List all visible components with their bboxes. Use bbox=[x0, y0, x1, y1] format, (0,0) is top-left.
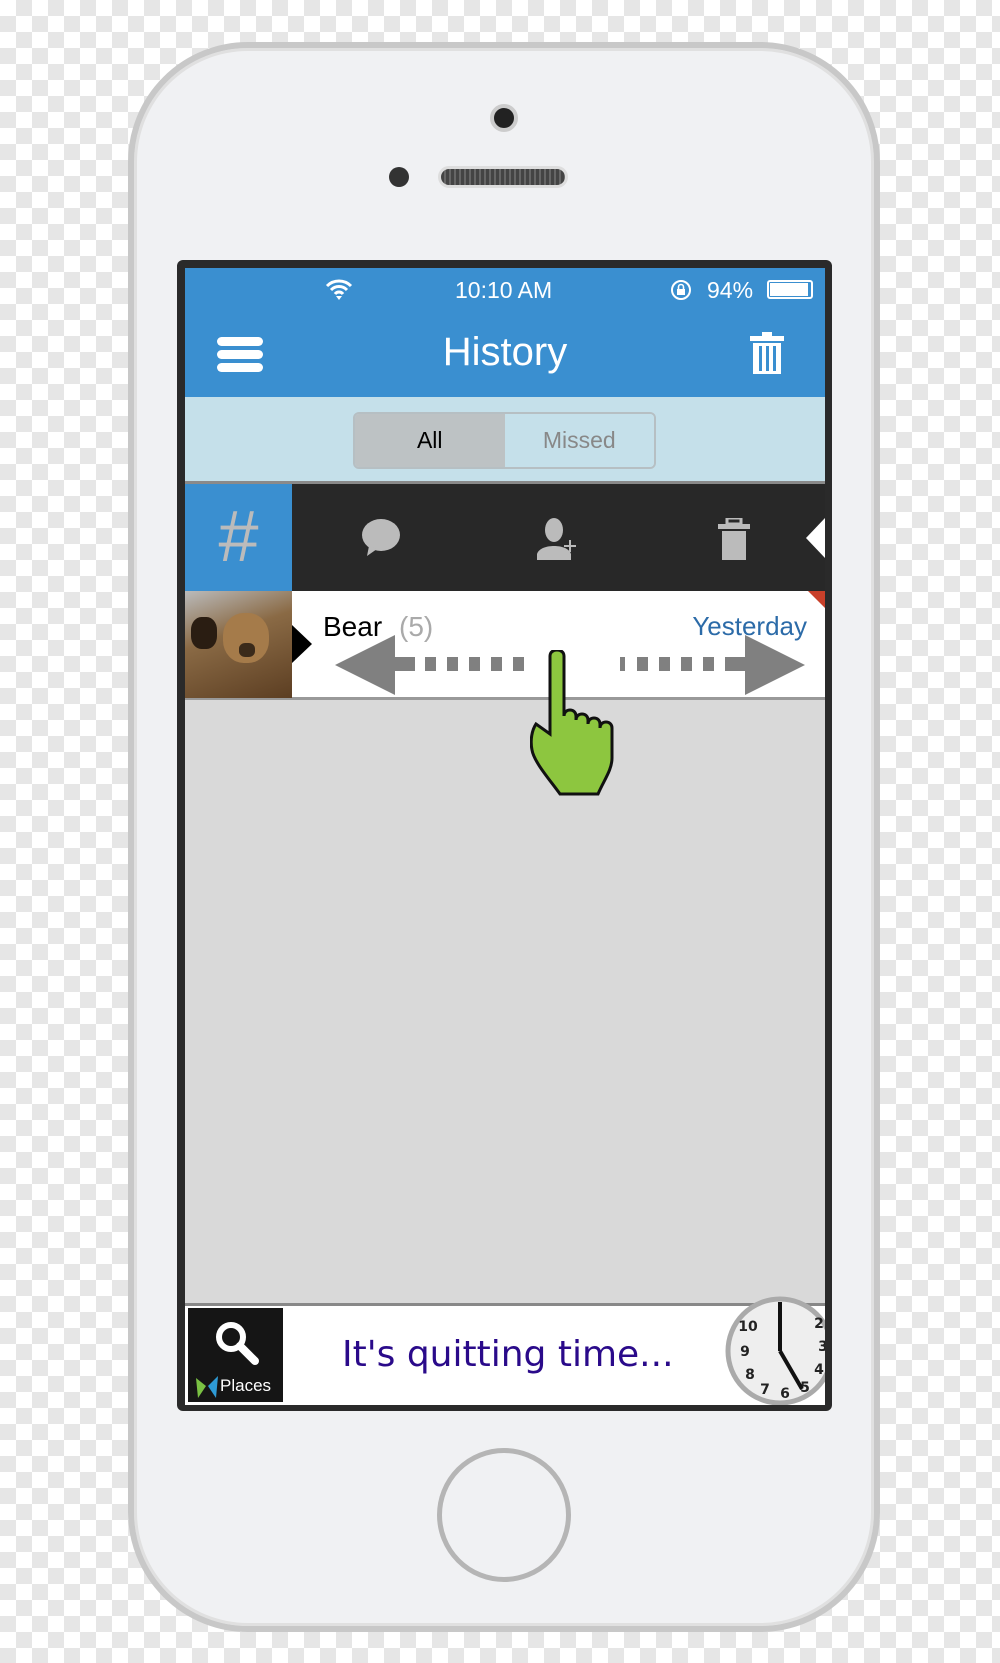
places-button[interactable]: Places bbox=[188, 1308, 283, 1402]
add-contact-icon[interactable] bbox=[537, 518, 581, 560]
chat-bubble-icon[interactable] bbox=[361, 518, 401, 558]
swipe-actions: # bbox=[185, 484, 825, 591]
svg-text:8: 8 bbox=[745, 1367, 755, 1383]
status-bar: 10:10 AM 94% bbox=[185, 268, 825, 310]
segment-all[interactable]: All bbox=[355, 414, 505, 467]
home-button[interactable] bbox=[437, 1448, 571, 1582]
collapse-arrow-icon[interactable] bbox=[806, 518, 825, 558]
battery-percent: 94% bbox=[707, 277, 754, 303]
missed-flag-icon bbox=[808, 591, 825, 608]
svg-text:10: 10 bbox=[738, 1319, 758, 1335]
ad-banner[interactable]: Places It's quitting time... 10 9 8 7 6 5 4 3 2 bbox=[185, 1296, 825, 1405]
earpiece-speaker bbox=[438, 166, 568, 188]
rotation-lock-icon bbox=[671, 280, 691, 300]
places-logo-icon bbox=[196, 1376, 218, 1398]
segment-missed[interactable]: Missed bbox=[504, 414, 654, 467]
search-icon bbox=[216, 1322, 259, 1365]
list-item[interactable]: Bear (5) Yesterday bbox=[185, 591, 825, 700]
hash-icon[interactable]: # bbox=[185, 484, 292, 591]
trash-icon[interactable] bbox=[750, 332, 784, 374]
ad-text: It's quitting time... bbox=[342, 1334, 674, 1375]
svg-text:7: 7 bbox=[760, 1382, 770, 1398]
nav-bar: History bbox=[185, 310, 825, 397]
status-time: 10:10 AM bbox=[455, 277, 553, 303]
svg-text:2: 2 bbox=[814, 1316, 824, 1332]
swipe-hand-icon bbox=[530, 650, 614, 796]
page-title: History bbox=[442, 330, 568, 374]
svg-text:9: 9 bbox=[740, 1344, 750, 1360]
front-camera bbox=[490, 104, 518, 132]
places-label: Places bbox=[220, 1376, 272, 1395]
screen: 10:10 AM 94% History All Missed # Bear (… bbox=[185, 268, 825, 1405]
expand-arrow-icon[interactable] bbox=[292, 625, 312, 663]
wifi-icon bbox=[325, 279, 353, 300]
trash-icon[interactable] bbox=[718, 518, 750, 560]
svg-text:6: 6 bbox=[780, 1386, 790, 1402]
avatar bbox=[185, 591, 292, 698]
proximity-sensor bbox=[389, 167, 409, 187]
battery-icon bbox=[767, 280, 813, 299]
filter-bar: All Missed bbox=[185, 397, 825, 484]
segmented-control: All Missed bbox=[353, 412, 656, 469]
clock-icon: 10987 6 5432 bbox=[725, 1296, 825, 1405]
svg-text:3: 3 bbox=[818, 1339, 825, 1355]
svg-text:4: 4 bbox=[814, 1362, 824, 1378]
